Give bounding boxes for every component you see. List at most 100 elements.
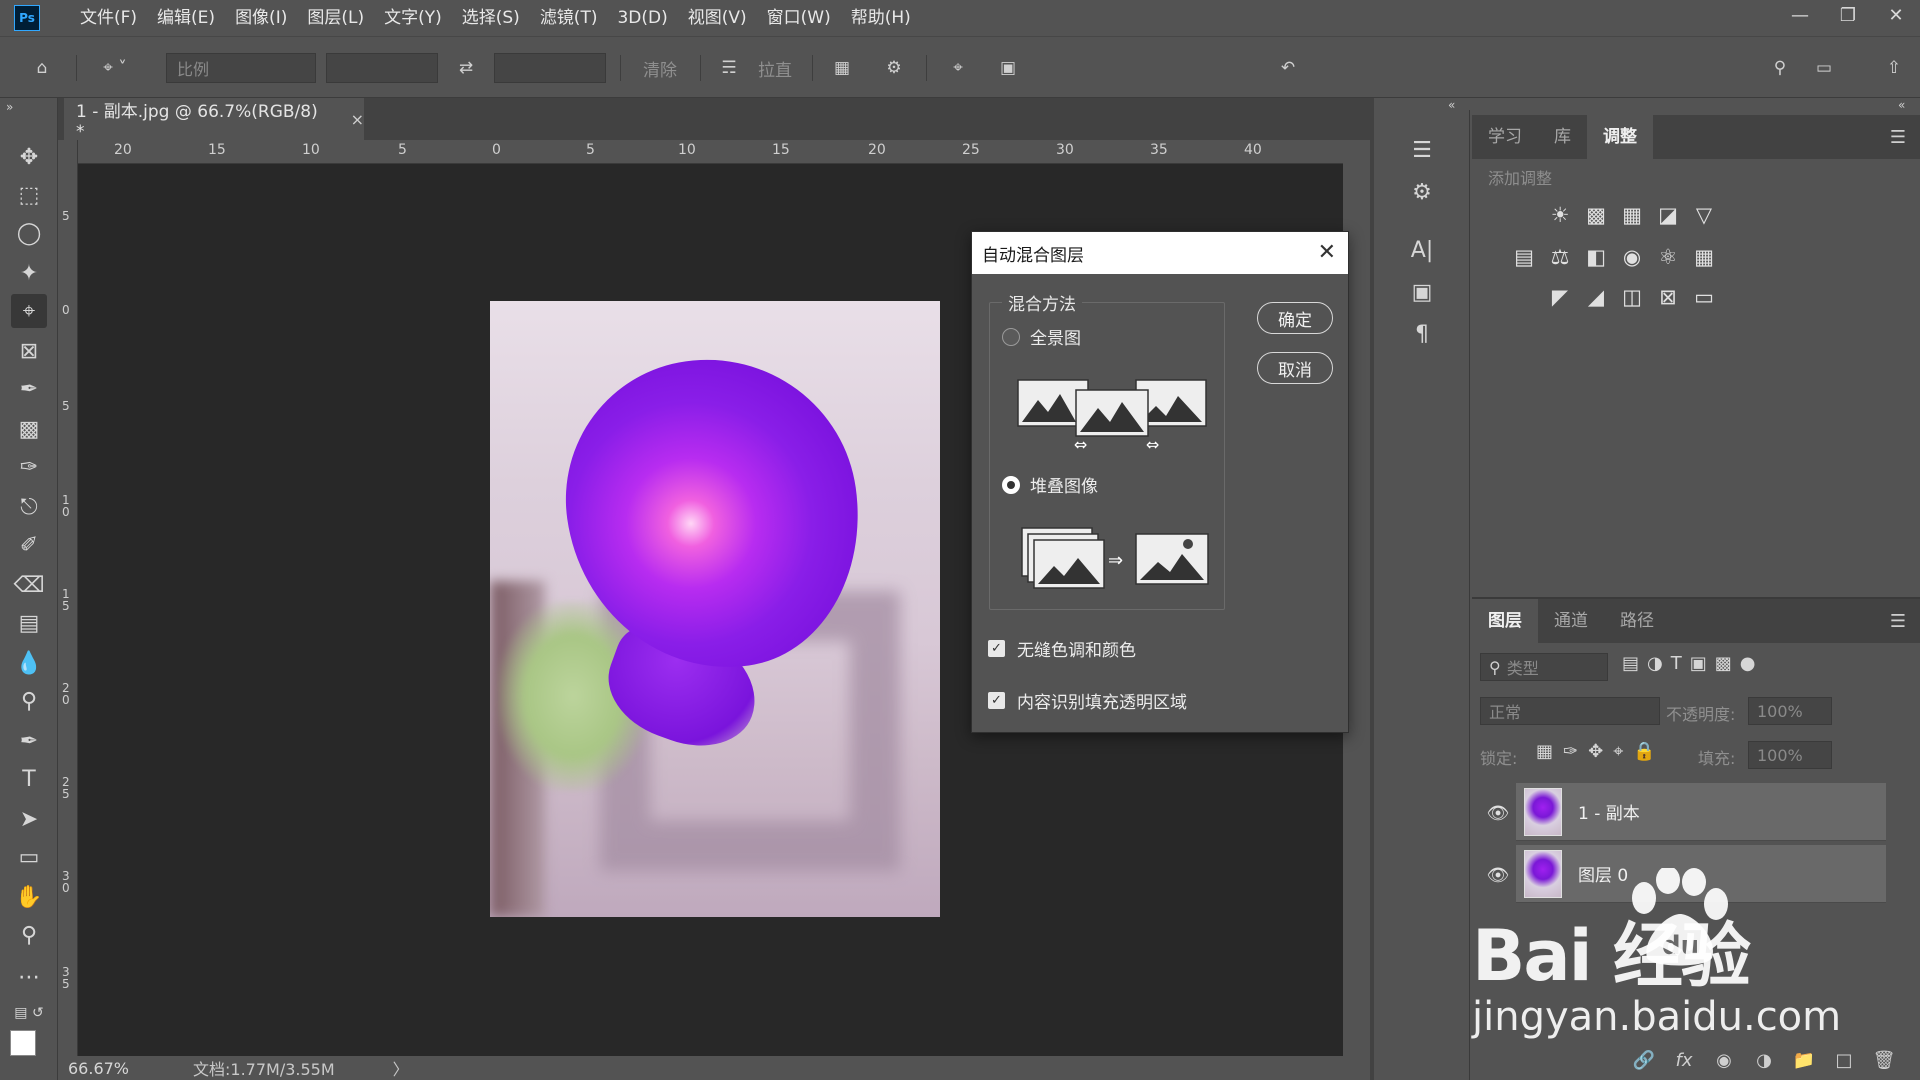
ratio-select[interactable]: 比例 [166, 53, 316, 83]
cancel-button[interactable]: 取消 [1257, 352, 1333, 384]
filter-toggle-icon[interactable]: ● [1740, 653, 1756, 674]
black-white-icon[interactable]: ◧ [1578, 239, 1614, 275]
marquee-tool-icon[interactable]: ⬚ [11, 178, 47, 212]
hue-saturation-icon[interactable]: ▤ [1506, 239, 1542, 275]
menu-view[interactable]: 视图(V) [678, 0, 757, 36]
tab-adjustments[interactable]: 调整 [1587, 115, 1653, 159]
stack-images-radio[interactable] [1002, 475, 1020, 494]
character-icon[interactable]: A| [1402, 232, 1442, 268]
blur-tool-icon[interactable]: 💧 [11, 646, 47, 680]
smart-object-filter-icon[interactable]: ▩ [1715, 653, 1732, 674]
layer-row[interactable]: 1 - 副本 [1516, 783, 1886, 841]
lock-artboard-icon[interactable]: ⌖ [1613, 741, 1623, 762]
swap-icon[interactable]: ⇄ [448, 51, 484, 85]
lock-pixels-icon[interactable]: ✑ [1563, 741, 1578, 762]
color-lookup-icon[interactable]: ▦ [1686, 239, 1722, 275]
panorama-option[interactable]: 全景图 [1002, 324, 1081, 349]
paragraph-icon[interactable]: ¶ [1402, 316, 1442, 352]
stamp-tool-icon[interactable]: ⎋ [11, 490, 47, 524]
type-tool-icon[interactable]: T [11, 762, 47, 796]
threshold-icon[interactable]: ◫ [1614, 279, 1650, 315]
tab-learn[interactable]: 学习 [1472, 115, 1538, 159]
menu-filter[interactable]: 滤镜(T) [530, 0, 608, 36]
menu-layer[interactable]: 图层(L) [297, 0, 374, 36]
layer-filter-select[interactable]: ⚲ 类型 [1480, 653, 1608, 681]
pen-tool-icon[interactable]: ✒ [11, 724, 47, 758]
move-tool-icon[interactable]: ✥ [11, 140, 47, 174]
restore-button[interactable]: ❐ [1824, 0, 1872, 30]
zoom-level[interactable]: 66.67% [68, 1059, 129, 1078]
menu-3d[interactable]: 3D(D) [607, 0, 677, 36]
quick-select-tool-icon[interactable]: ✦ [11, 256, 47, 290]
panel-menu-icon[interactable]: ☰ [1890, 611, 1906, 632]
path-select-tool-icon[interactable]: ➤ [11, 802, 47, 836]
reset-icon[interactable]: ↶ [1270, 51, 1306, 85]
menu-image[interactable]: 图像(I) [225, 0, 297, 36]
tab-channels[interactable]: 通道 [1538, 599, 1604, 643]
menu-file[interactable]: 文件(F) [70, 0, 147, 36]
grid-overlay-icon[interactable]: ▦ [824, 51, 860, 85]
eraser-tool-icon[interactable]: ⌫ [11, 568, 47, 602]
lock-transparency-icon[interactable]: ▦ [1536, 741, 1553, 762]
more-tools-icon[interactable]: ⋯ [11, 960, 47, 994]
fill-input[interactable]: 100% [1748, 741, 1832, 769]
gradient-tool-icon[interactable]: ▤ [11, 606, 47, 640]
brush-settings-icon[interactable]: ☰ [1402, 132, 1442, 168]
content-aware-icon[interactable]: ▣ [990, 51, 1026, 85]
width-input[interactable] [326, 53, 438, 83]
selective-color-icon[interactable]: ⊠ [1650, 279, 1686, 315]
menu-window[interactable]: 窗口(W) [757, 0, 841, 36]
close-icon[interactable]: ✕ [1318, 240, 1336, 265]
workspace-icon[interactable]: ▭ [1806, 51, 1842, 85]
status-menu-arrow[interactable]: 〉 [393, 1056, 409, 1080]
eyedropper-tool-icon[interactable]: ✒ [11, 372, 47, 406]
search-icon[interactable]: ⚲ [1762, 51, 1798, 85]
menu-help[interactable]: 帮助(H) [841, 0, 921, 36]
panel-menu-icon[interactable]: ☰ [1890, 127, 1906, 148]
rectangle-tool-icon[interactable]: ▭ [11, 840, 47, 874]
crop-preset-icon[interactable]: ⌖ ˅ [88, 51, 142, 85]
gear-icon[interactable]: ⚙ [876, 51, 912, 85]
expand-tools-icon[interactable]: » [6, 100, 13, 114]
straighten-icon[interactable]: ☴ [712, 51, 746, 85]
channel-mixer-icon[interactable]: ⚛ [1650, 239, 1686, 275]
content-aware-fill-checkbox[interactable]: ✓ [988, 692, 1005, 709]
swap-colors-icon[interactable]: ▤ ↺ [11, 996, 47, 1030]
tab-libraries[interactable]: 库 [1538, 115, 1587, 159]
type-filter-icon[interactable]: T [1671, 653, 1682, 674]
adjustment-filter-icon[interactable]: ◑ [1647, 653, 1663, 674]
photo-filter-icon[interactable]: ◉ [1614, 239, 1650, 275]
seamless-tones-option[interactable]: ✓ 无缝色调和颜色 [988, 636, 1136, 661]
close-window-button[interactable]: ✕ [1872, 0, 1920, 30]
brush-tool-icon[interactable]: ✑ [11, 450, 47, 484]
properties-icon[interactable]: ⚙ [1402, 174, 1442, 210]
panorama-radio[interactable] [1002, 327, 1020, 346]
pixel-filter-icon[interactable]: ▤ [1622, 653, 1639, 674]
ok-button[interactable]: 确定 [1257, 302, 1333, 334]
clear-button[interactable]: 清除 [628, 51, 692, 85]
lock-position-icon[interactable]: ✥ [1588, 741, 1603, 762]
history-brush-tool-icon[interactable]: ✐ [11, 528, 47, 562]
content-aware-fill-option[interactable]: ✓ 内容识别填充透明区域 [988, 688, 1187, 713]
foreground-color-swatch[interactable] [10, 1030, 36, 1056]
document-tab[interactable]: 1 - 副本.jpg @ 66.7%(RGB/8) * × [64, 98, 364, 142]
brightness-icon[interactable]: ☀ [1542, 197, 1578, 233]
seamless-tones-checkbox[interactable]: ✓ [988, 640, 1005, 657]
color-balance-icon[interactable]: ⚖ [1542, 239, 1578, 275]
delete-cropped-icon[interactable]: ⌖ [940, 51, 976, 85]
gradient-map-icon[interactable]: ▭ [1686, 279, 1722, 315]
menu-select[interactable]: 选择(S) [452, 0, 530, 36]
vibrance-icon[interactable]: ▽ [1686, 197, 1722, 233]
visibility-eye-icon[interactable]: 👁 [1486, 801, 1510, 825]
opacity-input[interactable]: 100% [1748, 697, 1832, 725]
levels-icon[interactable]: ▩ [1578, 197, 1614, 233]
shape-filter-icon[interactable]: ▣ [1690, 653, 1707, 674]
posterize-icon[interactable]: ◢ [1578, 279, 1614, 315]
zoom-tool-icon[interactable]: ⚲ [11, 918, 47, 952]
frame-tool-icon[interactable]: ⊠ [11, 334, 47, 368]
tab-paths[interactable]: 路径 [1604, 599, 1670, 643]
lock-all-icon[interactable]: 🔒 [1633, 741, 1655, 762]
tab-layers[interactable]: 图层 [1472, 599, 1538, 643]
exposure-icon[interactable]: ◪ [1650, 197, 1686, 233]
straighten-button[interactable]: 拉直 [750, 51, 800, 85]
